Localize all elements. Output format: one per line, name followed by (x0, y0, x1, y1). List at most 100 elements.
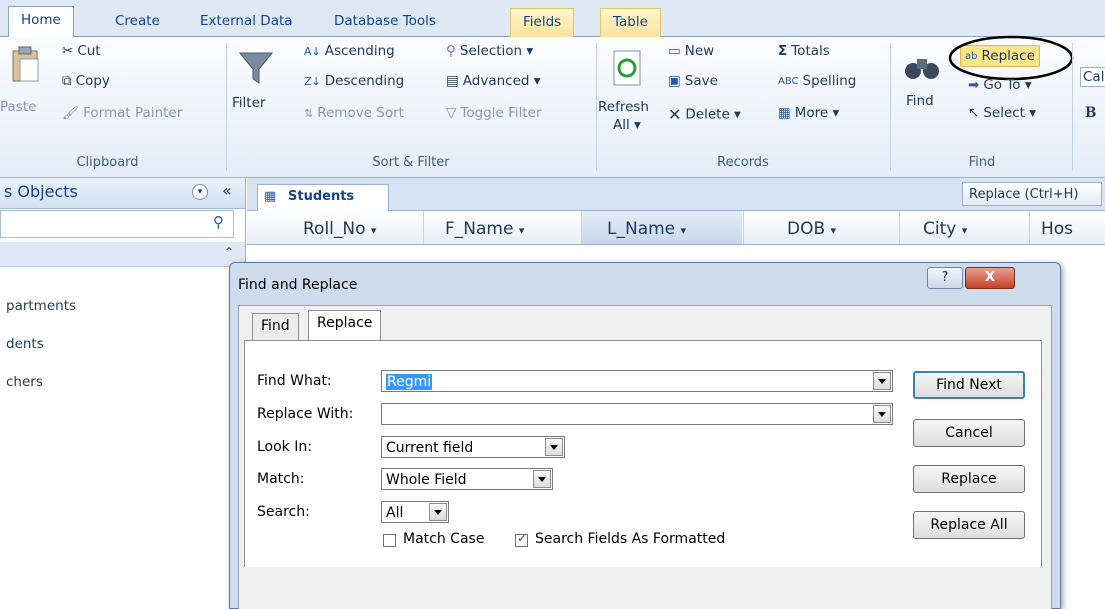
column-header-l-name[interactable]: L_Name ▾ (607, 219, 686, 239)
dropdown-arrow-icon[interactable] (545, 438, 563, 456)
tab-home[interactable]: Home (8, 6, 74, 38)
column-header-f-name[interactable]: F_Name ▾ (445, 219, 524, 239)
close-button[interactable]: X (965, 267, 1015, 289)
save-record-button[interactable]: ▣ Save (668, 73, 718, 89)
dropdown-arrow-icon[interactable] (873, 405, 891, 423)
column-header-dob[interactable]: DOB ▾ (787, 219, 836, 239)
selection-label: Selection (459, 43, 523, 59)
bold-button[interactable]: B (1085, 105, 1096, 121)
tab-fields[interactable]: Fields (510, 8, 575, 37)
group-separator (226, 43, 227, 171)
help-button[interactable]: ? (927, 267, 963, 289)
goto-button[interactable]: ➡ Go To ▾ (968, 77, 1032, 93)
nav-search-input[interactable]: ⚲ (0, 210, 234, 238)
totals-button[interactable]: Σ Totals (778, 43, 830, 59)
new-record-button[interactable]: ▭ New (668, 43, 714, 59)
search-icon: ⚲ (213, 213, 224, 231)
funnel-icon (238, 52, 274, 84)
find-next-button[interactable]: Find Next (913, 371, 1025, 399)
column-header-hostel[interactable]: Hos (1041, 219, 1073, 239)
look-in-label: Look In: (257, 439, 312, 455)
cut-button[interactable]: ✂ Cut (62, 43, 101, 59)
look-in-value: Current field (386, 440, 474, 456)
cut-label: Cut (77, 43, 101, 59)
copy-icon: ⧉ (62, 73, 72, 89)
nav-group-header[interactable]: ⌃ (0, 242, 245, 267)
more-button[interactable]: ▦ More ▾ (778, 105, 839, 121)
nav-item-students[interactable]: dents (6, 336, 44, 352)
select-button[interactable]: ↖ Select ▾ (968, 105, 1036, 121)
paste-button[interactable] (8, 45, 42, 89)
refresh-all-button[interactable] (610, 49, 646, 93)
group-separator (596, 43, 597, 171)
replace-tooltip: Replace (Ctrl+H) (962, 182, 1102, 206)
highlight-ellipse (948, 35, 1074, 81)
find-group-label: Find (968, 155, 996, 170)
search-value: All (386, 505, 404, 521)
match-value: Whole Field (386, 472, 467, 488)
look-in-select[interactable]: Current field (381, 436, 565, 458)
replace-all-button[interactable]: Replace All (913, 511, 1025, 539)
selection-filter-icon: ⚲ (446, 43, 456, 59)
cancel-button[interactable]: Cancel (913, 419, 1025, 447)
column-header-roll-no[interactable]: Roll_No ▾ (303, 219, 376, 239)
totals-label: Totals (791, 43, 830, 59)
font-name-box[interactable]: Cal (1080, 67, 1105, 87)
nav-pane-menu-icon[interactable]: ▾ (192, 184, 208, 200)
dialog-tab-find[interactable]: Find (252, 313, 299, 340)
collapse-pane-icon[interactable]: « (222, 181, 232, 200)
nav-item-departments[interactable]: partments (6, 298, 76, 314)
sort-descending-button[interactable]: Z↓ Descending (304, 73, 404, 89)
search-formatted-checkbox[interactable]: ✓ (515, 531, 528, 547)
tab-external-data[interactable]: External Data (188, 8, 305, 36)
selection-button[interactable]: ⚲ Selection ▾ (446, 43, 533, 59)
sort-ascending-button[interactable]: A↓ Ascending (304, 43, 395, 59)
sort-ascending-icon: A↓ (304, 44, 321, 58)
column-header-city[interactable]: City ▾ (923, 219, 967, 239)
dialog-tab-replace[interactable]: Replace (308, 310, 382, 340)
dropdown-arrow-icon[interactable] (533, 470, 551, 488)
format-painter-button[interactable]: 🖌 Format Painter (62, 105, 182, 121)
column-label: Roll_No (303, 219, 366, 239)
sort-filter-group-label: Sort & Filter (372, 155, 450, 170)
replace-with-input[interactable] (381, 403, 893, 425)
spelling-icon: ABC (778, 75, 799, 87)
spelling-button[interactable]: ABC Spelling (778, 73, 856, 89)
tab-database-tools[interactable]: Database Tools (322, 8, 448, 36)
find-what-input[interactable]: Regmi (381, 370, 893, 392)
match-case-label: Match Case (403, 531, 485, 547)
collapse-group-icon: ⌃ (224, 245, 235, 259)
find-what-value: Regmi (386, 374, 433, 390)
toggle-filter-button[interactable]: ▽ Toggle Filter (446, 105, 542, 121)
match-select[interactable]: Whole Field (381, 468, 553, 490)
delete-label: Delete (685, 106, 730, 123)
column-label: L_Name (607, 219, 676, 239)
tab-table[interactable]: Table (600, 8, 661, 37)
advanced-label: Advanced (462, 73, 530, 89)
advanced-button[interactable]: ▤ Advanced ▾ (446, 73, 541, 89)
new-label: New (684, 43, 715, 59)
nav-item-teachers[interactable]: chers (6, 374, 43, 390)
navigation-pane: s Objects ▾ « ⚲ ⌃ partments dents chers (0, 178, 246, 607)
descending-label: Descending (324, 73, 405, 89)
replace-dialog-button[interactable]: Replace (913, 465, 1025, 493)
save-label: Save (684, 73, 718, 89)
copy-button[interactable]: ⧉ Copy (62, 73, 110, 89)
search-direction-select[interactable]: All (381, 501, 449, 523)
ascending-label: Ascending (324, 43, 395, 59)
delete-record-button[interactable]: ✕ Delete ▾ (668, 105, 741, 124)
dropdown-arrow-icon[interactable] (429, 503, 447, 521)
find-what-label: Find What: (257, 373, 332, 389)
search-formatted-label: Search Fields As Formatted (535, 531, 726, 547)
dropdown-arrow-icon[interactable] (873, 372, 891, 390)
match-case-checkbox[interactable] (383, 534, 396, 547)
records-group-label: Records (717, 155, 769, 170)
filter-button[interactable] (238, 51, 274, 89)
nav-pane-header[interactable]: s Objects ▾ « (0, 178, 245, 209)
find-button[interactable] (904, 51, 940, 87)
format-painter-label: Format Painter (83, 105, 183, 121)
remove-sort-label: Remove Sort (317, 105, 404, 121)
doc-tab-students[interactable]: ▦ Students (257, 184, 389, 211)
tab-create[interactable]: Create (103, 8, 172, 36)
remove-sort-button[interactable]: ⇅ Remove Sort (304, 105, 404, 121)
